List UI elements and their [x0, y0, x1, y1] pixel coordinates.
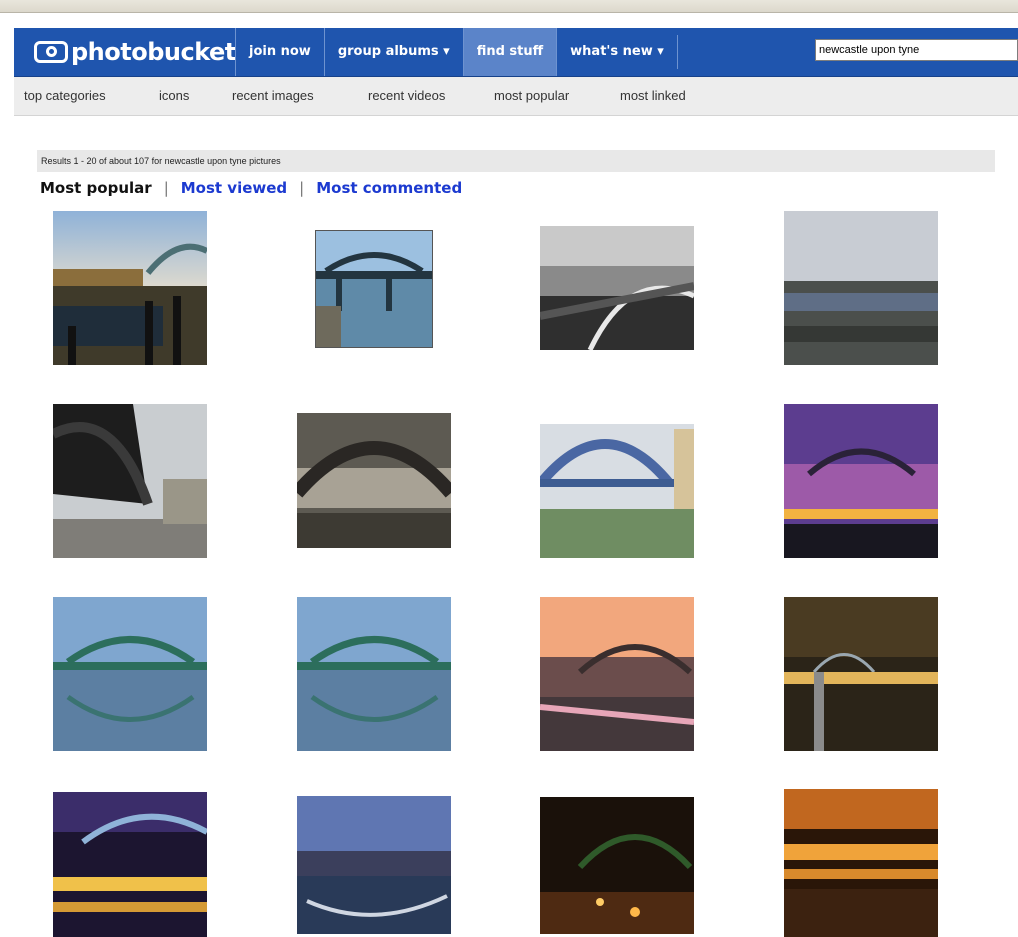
- logo-text: photobucket: [71, 38, 236, 66]
- thumbnail-image[interactable]: [297, 413, 451, 548]
- sort-most-commented[interactable]: Most commented: [316, 179, 462, 197]
- thumbnail-image[interactable]: [784, 404, 938, 558]
- subnav-most-popular[interactable]: most popular: [494, 88, 569, 103]
- nav-join-now[interactable]: join now: [235, 28, 324, 76]
- thumbnail-image[interactable]: [784, 211, 938, 365]
- thumbnail-image[interactable]: [540, 797, 694, 934]
- nav-divider: [676, 35, 678, 69]
- thumbnail-image[interactable]: [540, 226, 694, 350]
- thumbnail-image[interactable]: [784, 789, 938, 937]
- sub-nav: top categories icons recent images recen…: [14, 77, 1018, 116]
- sort-most-viewed[interactable]: Most viewed: [181, 179, 287, 197]
- thumbnail-image[interactable]: [53, 597, 207, 751]
- photobucket-logo[interactable]: photobucket: [34, 37, 236, 67]
- browser-chrome: [0, 0, 1018, 13]
- thumbnail-image[interactable]: [297, 796, 451, 934]
- thumbnail-image[interactable]: [53, 211, 207, 365]
- subnav-recent-images[interactable]: recent images: [232, 88, 314, 103]
- search-input[interactable]: [815, 39, 1018, 61]
- nav-group-albums[interactable]: group albums ▾: [323, 28, 463, 76]
- thumbnail-image[interactable]: [297, 597, 451, 751]
- sort-separator: |: [299, 179, 305, 197]
- main-nav: join now group albums ▾ find stuff what'…: [235, 28, 678, 76]
- results-summary: Results 1 - 20 of about 107 for newcastl…: [37, 150, 995, 172]
- sort-most-popular: Most popular: [40, 179, 152, 197]
- subnav-recent-videos[interactable]: recent videos: [368, 88, 445, 103]
- thumbnail-image[interactable]: [315, 230, 433, 348]
- camera-icon: [34, 41, 68, 63]
- thumbnail-image[interactable]: [53, 792, 207, 937]
- nav-find-stuff[interactable]: find stuff: [462, 28, 557, 76]
- thumbnail-image[interactable]: [784, 597, 938, 751]
- thumbnail-image[interactable]: [540, 597, 694, 751]
- subnav-most-linked[interactable]: most linked: [620, 88, 686, 103]
- subnav-top-categories[interactable]: top categories: [24, 88, 106, 103]
- nav-whats-new[interactable]: what's new ▾: [556, 28, 677, 76]
- sort-options: Most popular | Most viewed | Most commen…: [40, 179, 462, 197]
- subnav-icons[interactable]: icons: [159, 88, 189, 103]
- thumbnail-image[interactable]: [540, 424, 694, 558]
- site-header: photobucket join now group albums ▾ find…: [14, 28, 1018, 77]
- thumbnail-image[interactable]: [53, 404, 207, 558]
- sort-separator: |: [163, 179, 169, 197]
